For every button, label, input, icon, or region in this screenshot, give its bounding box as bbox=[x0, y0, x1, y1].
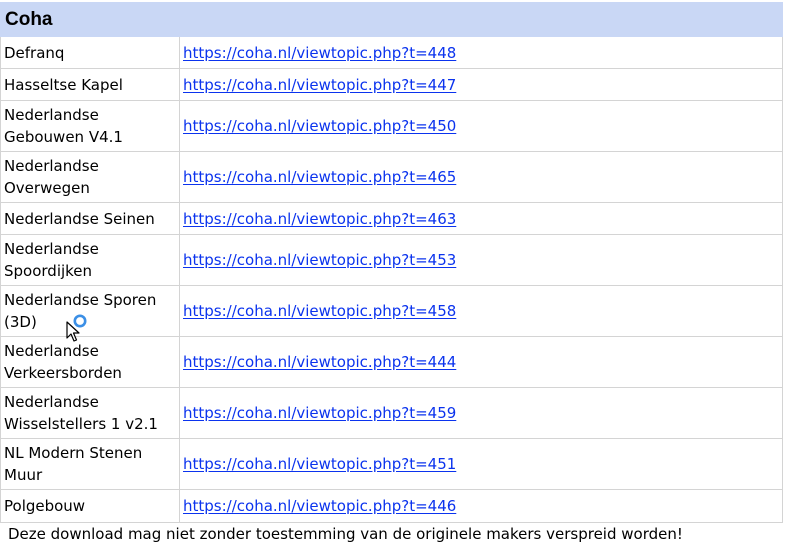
table-row: Nederlandse Verkeersborden https://coha.n… bbox=[0, 336, 783, 388]
table-row: Hasseltse Kapel https://coha.nl/viewtopi… bbox=[0, 68, 783, 101]
item-name-line2: Verkeersborden bbox=[4, 364, 122, 382]
table-row: Nederlandse Gebouwen V4.1 https://coha.nl… bbox=[0, 100, 783, 152]
item-name-cell[interactable]: Polgebouw bbox=[0, 489, 180, 523]
item-name-cell[interactable]: Nederlandse Verkeersborden bbox=[0, 336, 180, 388]
item-name-line2: Muur bbox=[4, 466, 43, 484]
sheet-title[interactable]: Coha bbox=[0, 2, 180, 37]
table-row: Polgebouw https://coha.nl/viewtopic.php?… bbox=[0, 489, 783, 523]
item-name-cell[interactable]: Nederlandse Overwegen bbox=[0, 151, 180, 203]
table-row: NL Modern Stenen Muur https://coha.nl/vie… bbox=[0, 438, 783, 490]
item-name: Hasseltse Kapel bbox=[4, 75, 123, 94]
item-link-cell[interactable]: https://coha.nl/viewtopic.php?t=463 bbox=[179, 202, 783, 235]
header-empty-cell[interactable] bbox=[179, 2, 783, 37]
item-name-line1: Nederlandse bbox=[4, 342, 99, 360]
item-name-cell[interactable]: Nederlandse Seinen bbox=[0, 202, 180, 235]
item-link[interactable]: https://coha.nl/viewtopic.php?t=465 bbox=[183, 168, 456, 186]
item-name-line2: (3D) bbox=[4, 313, 37, 331]
item-link-cell[interactable]: https://coha.nl/viewtopic.php?t=465 bbox=[179, 151, 783, 203]
table-row: Nederlandse Wisselstellers 1 v2.1 https:/… bbox=[0, 387, 783, 439]
item-name-line1: NL Modern Stenen bbox=[4, 444, 143, 462]
item-name-line2: Gebouwen V4.1 bbox=[4, 128, 123, 146]
item-link-cell[interactable]: https://coha.nl/viewtopic.php?t=448 bbox=[179, 36, 783, 69]
item-link[interactable]: https://coha.nl/viewtopic.php?t=447 bbox=[183, 76, 456, 94]
item-link-cell[interactable]: https://coha.nl/viewtopic.php?t=458 bbox=[179, 285, 783, 337]
item-link[interactable]: https://coha.nl/viewtopic.php?t=453 bbox=[183, 251, 456, 269]
item-name-line1: Nederlandse bbox=[4, 106, 99, 124]
coha-table: Coha Defranq https://coha.nl/viewtopic.p… bbox=[0, 2, 783, 523]
item-link[interactable]: https://coha.nl/viewtopic.php?t=444 bbox=[183, 353, 456, 371]
item-link-cell[interactable]: https://coha.nl/viewtopic.php?t=444 bbox=[179, 336, 783, 388]
item-link-cell[interactable]: https://coha.nl/viewtopic.php?t=446 bbox=[179, 489, 783, 523]
item-link[interactable]: https://coha.nl/viewtopic.php?t=446 bbox=[183, 497, 456, 515]
item-name-cell[interactable]: Hasseltse Kapel bbox=[0, 68, 180, 101]
item-name: Polgebouw bbox=[4, 497, 86, 515]
item-name-cell[interactable]: Nederlandse Wisselstellers 1 v2.1 bbox=[0, 387, 180, 439]
item-name-cell[interactable]: Nederlandse Gebouwen V4.1 bbox=[0, 100, 180, 152]
item-link[interactable]: https://coha.nl/viewtopic.php?t=463 bbox=[183, 210, 456, 228]
item-name-line1: Nederlandse Sporen bbox=[4, 291, 157, 309]
item-name-line2: Overwegen bbox=[4, 179, 90, 197]
item-name-cell[interactable]: NL Modern Stenen Muur bbox=[0, 438, 180, 490]
item-name: Defranq bbox=[4, 43, 65, 62]
item-link[interactable]: https://coha.nl/viewtopic.php?t=448 bbox=[183, 44, 456, 62]
item-link-cell[interactable]: https://coha.nl/viewtopic.php?t=459 bbox=[179, 387, 783, 439]
table-row: Nederlandse Spoordijken https://coha.nl/v… bbox=[0, 234, 783, 286]
item-link[interactable]: https://coha.nl/viewtopic.php?t=458 bbox=[183, 302, 456, 320]
pointer-busy-cursor-icon bbox=[66, 313, 92, 343]
item-name-line1: Nederlandse bbox=[4, 157, 99, 175]
item-link-cell[interactable]: https://coha.nl/viewtopic.php?t=450 bbox=[179, 100, 783, 152]
item-name-line2: Spoordijken bbox=[4, 262, 93, 280]
item-name-line2: Wisselstellers 1 v2.1 bbox=[4, 415, 158, 433]
item-name-cell[interactable]: Nederlandse Spoordijken bbox=[0, 234, 180, 286]
item-name-cell[interactable]: Defranq bbox=[0, 36, 180, 69]
item-name-line1: Nederlandse bbox=[4, 393, 99, 411]
item-link[interactable]: https://coha.nl/viewtopic.php?t=459 bbox=[183, 404, 456, 422]
table-row: Nederlandse Seinen https://coha.nl/viewt… bbox=[0, 202, 783, 235]
item-link-cell[interactable]: https://coha.nl/viewtopic.php?t=451 bbox=[179, 438, 783, 490]
table-row: Nederlandse Sporen (3D) https://coha.nl/v… bbox=[0, 285, 783, 337]
item-link[interactable]: https://coha.nl/viewtopic.php?t=450 bbox=[183, 117, 456, 135]
item-name-line1: Nederlandse bbox=[4, 240, 99, 258]
table-row: Nederlandse Overwegen https://coha.nl/vie… bbox=[0, 151, 783, 203]
item-name: Nederlandse Seinen bbox=[4, 209, 155, 228]
item-link-cell[interactable]: https://coha.nl/viewtopic.php?t=453 bbox=[179, 234, 783, 286]
distribution-notice: Deze download mag niet zonder toestemmin… bbox=[8, 525, 683, 543]
header-row: Coha bbox=[0, 2, 783, 37]
table-row: Defranq https://coha.nl/viewtopic.php?t=… bbox=[0, 36, 783, 69]
item-link[interactable]: https://coha.nl/viewtopic.php?t=451 bbox=[183, 455, 456, 473]
item-link-cell[interactable]: https://coha.nl/viewtopic.php?t=447 bbox=[179, 68, 783, 101]
